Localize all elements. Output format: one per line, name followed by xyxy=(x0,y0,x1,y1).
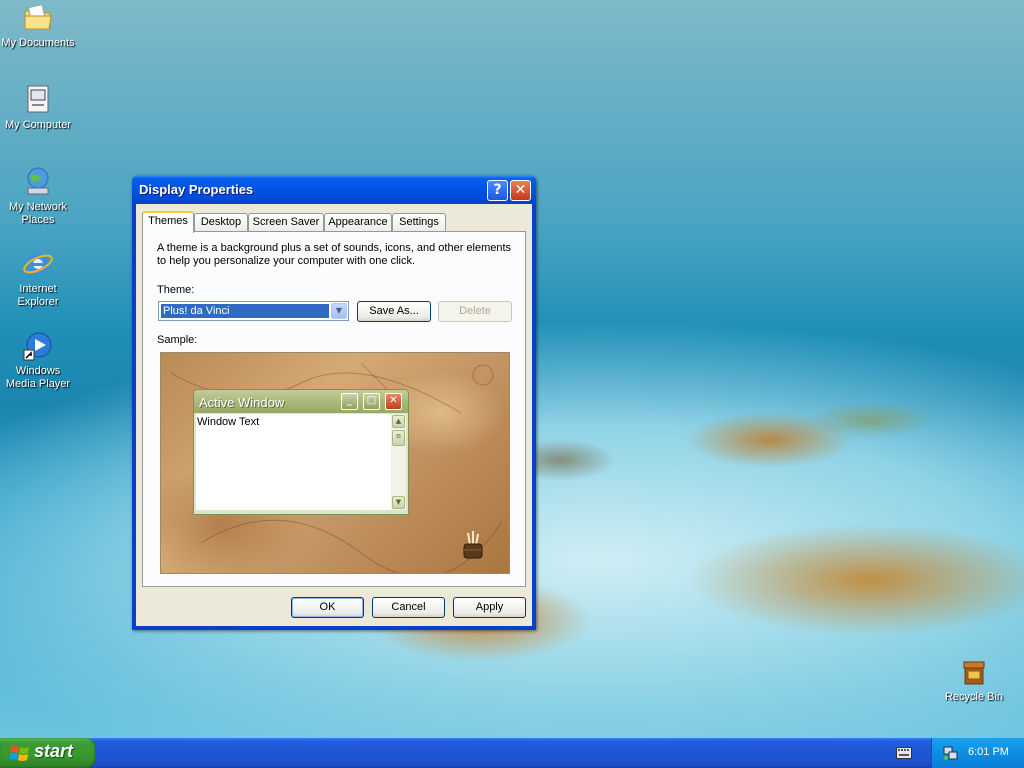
clock[interactable]: 6:01 PM xyxy=(968,746,1009,758)
system-tray: 6:01 PM xyxy=(931,738,1024,768)
apply-button[interactable]: Apply xyxy=(453,597,526,618)
desktop-icon-my-computer[interactable]: My Computer xyxy=(0,84,76,132)
sample-title-bar: Active Window _ □ ✕ xyxy=(194,390,408,413)
tab-screen-saver[interactable]: Screen Saver xyxy=(248,213,324,231)
sample-window-text: Window Text xyxy=(197,416,260,428)
sample-label: Sample: xyxy=(157,334,198,346)
desktop-icon-my-documents[interactable]: My Documents xyxy=(0,2,76,50)
scroll-down-icon: ▼ xyxy=(392,496,405,509)
desktop-icon-label: Windows Media Player xyxy=(5,365,71,390)
desktop-icon-my-network-places[interactable]: My Network Places xyxy=(0,166,76,227)
themes-panel: A theme is a background plus a set of so… xyxy=(142,231,526,587)
scroll-thumb: ≡ xyxy=(392,430,405,446)
display-properties-window: Display Properties ? ✕ Themes Desktop Sc… xyxy=(132,175,536,630)
help-button[interactable]: ? xyxy=(487,180,508,201)
desktop-icon-label: My Documents xyxy=(1,37,75,49)
sample-window-body: Window Text xyxy=(196,414,391,510)
network-connection-icon[interactable] xyxy=(942,745,958,761)
recycle-bin-icon xyxy=(963,661,985,685)
theme-description: A theme is a background plus a set of so… xyxy=(157,242,512,267)
computer-icon xyxy=(27,85,49,113)
start-button[interactable]: start xyxy=(0,738,96,768)
desktop-icon-windows-media-player[interactable]: Windows Media Player xyxy=(0,330,76,391)
network-places-icon xyxy=(27,167,49,195)
keyboard-icon[interactable] xyxy=(896,747,912,759)
sample-active-window: Active Window _ □ ✕ Window Text ▲ ≡ ▼ xyxy=(193,389,409,515)
title-bar[interactable]: Display Properties ? ✕ xyxy=(132,175,536,204)
desktop-icon-recycle-bin[interactable]: Recycle Bin xyxy=(936,656,1012,704)
minimize-icon: _ xyxy=(341,393,358,410)
maximize-icon: □ xyxy=(363,393,380,410)
scroll-up-icon: ▲ xyxy=(392,415,405,428)
windows-logo-icon xyxy=(10,746,29,761)
dialog-client-area: Themes Desktop Screen Saver Appearance S… xyxy=(136,204,532,626)
folder-documents-icon xyxy=(24,4,52,30)
tab-themes[interactable]: Themes xyxy=(142,211,194,233)
desktop-icon-label: Recycle Bin xyxy=(944,691,1004,703)
theme-label: Theme: xyxy=(157,284,195,296)
desktop: My Documents My Computer My Network Plac… xyxy=(0,0,1024,738)
chevron-down-icon[interactable]: ▼ xyxy=(331,303,347,319)
internet-explorer-icon xyxy=(23,253,53,275)
desktop-icon-internet-explorer[interactable]: Internet Explorer xyxy=(0,248,76,309)
window-title: Display Properties xyxy=(139,182,254,197)
start-label: start xyxy=(34,741,74,761)
close-button[interactable]: ✕ xyxy=(510,180,531,201)
sample-scrollbar: ▲ ≡ ▼ xyxy=(391,414,406,510)
theme-sample-preview: Active Window _ □ ✕ Window Text ▲ ≡ ▼ xyxy=(160,352,510,574)
tab-desktop[interactable]: Desktop xyxy=(194,213,248,231)
theme-selected-value: Plus! da Vinci xyxy=(161,304,329,318)
tab-settings[interactable]: Settings xyxy=(392,213,446,231)
desktop-icon-label: Internet Explorer xyxy=(17,283,59,308)
save-as-button[interactable]: Save As... xyxy=(357,301,431,322)
media-player-icon xyxy=(23,332,52,361)
sample-window-title: Active Window xyxy=(199,395,285,410)
brushes-basket-icon xyxy=(463,531,483,559)
taskbar: start 6:01 PM xyxy=(0,738,1024,768)
desktop-icon-label: My Network Places xyxy=(8,201,68,226)
desktop-icon-label: My Computer xyxy=(4,119,72,131)
close-icon: ✕ xyxy=(385,393,402,410)
ok-button[interactable]: OK xyxy=(291,597,364,618)
delete-button[interactable]: Delete xyxy=(438,301,512,322)
cancel-button[interactable]: Cancel xyxy=(372,597,445,618)
theme-select[interactable]: Plus! da Vinci ▼ xyxy=(158,301,349,321)
tab-appearance[interactable]: Appearance xyxy=(324,213,392,231)
